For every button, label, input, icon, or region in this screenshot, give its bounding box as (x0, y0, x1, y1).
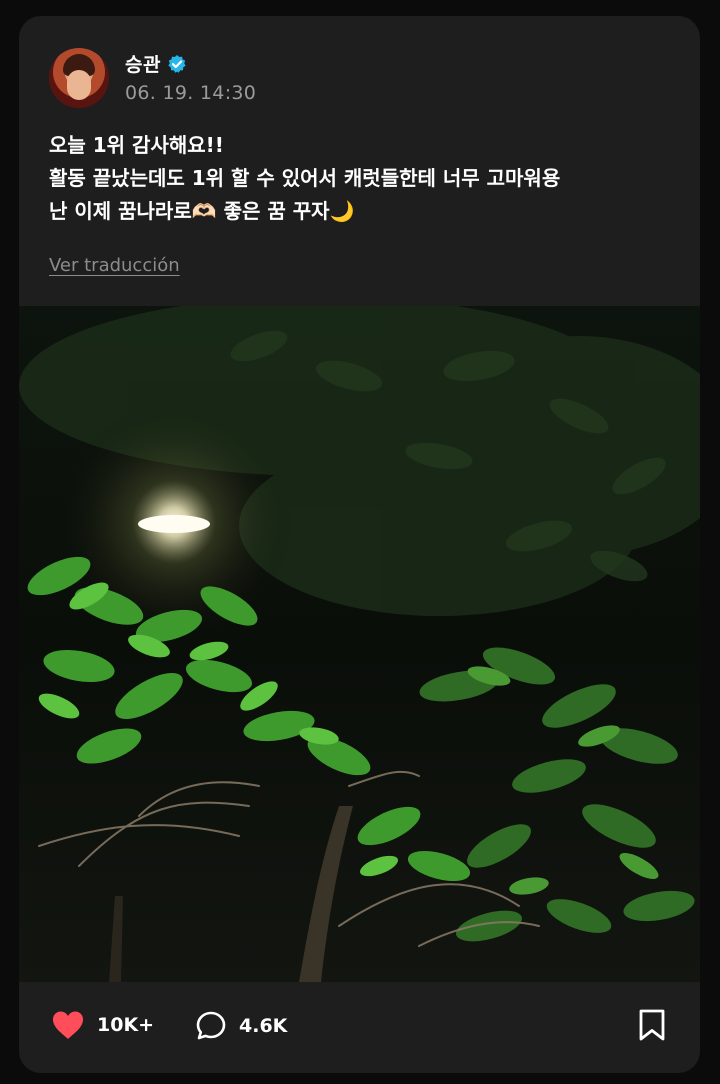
author-name-row: 승관 (125, 50, 256, 77)
heart-icon (53, 1011, 83, 1039)
post-text-line: 난 이제 꿈나라로🫶🏻 좋은 꿈 꾸자🌙 (49, 199, 355, 223)
comment-count: 4.6K (239, 1015, 288, 1037)
post-photo[interactable] (19, 306, 700, 982)
post-text-line: 활동 끝났는데도 1위 할 수 있어서 캐럿들한테 너무 고마워용 (49, 166, 561, 190)
like-count: 10K+ (97, 1014, 155, 1036)
like-button[interactable]: 10K+ (51, 1010, 154, 1040)
see-translation-link[interactable]: Ver traducción (49, 255, 180, 276)
comment-button[interactable]: 4.6K (195, 1010, 287, 1042)
comment-bubble-icon (196, 1011, 226, 1040)
post-timestamp: 06. 19. 14:30 (125, 82, 257, 104)
post-actions-bar: 10K+ 4.6K (19, 982, 700, 1073)
verified-badge-icon (167, 54, 187, 74)
avatar[interactable] (49, 48, 109, 108)
post-card: 승관 06. 19. 14:30 오늘 1위 감사해요!! 활동 끝났는데도 1… (19, 16, 700, 1073)
post-body: 오늘 1위 감사해요!! 활동 끝났는데도 1위 할 수 있어서 캐럿들한테 너… (49, 129, 669, 228)
author-info: 승관 06. 19. 14:30 (125, 48, 256, 104)
author-name[interactable]: 승관 (125, 50, 161, 77)
bookmark-button[interactable] (637, 1008, 667, 1046)
post-text-line: 오늘 1위 감사해요!! (49, 133, 224, 157)
bookmark-icon (639, 1009, 665, 1041)
post-header: 승관 06. 19. 14:30 (49, 48, 256, 108)
